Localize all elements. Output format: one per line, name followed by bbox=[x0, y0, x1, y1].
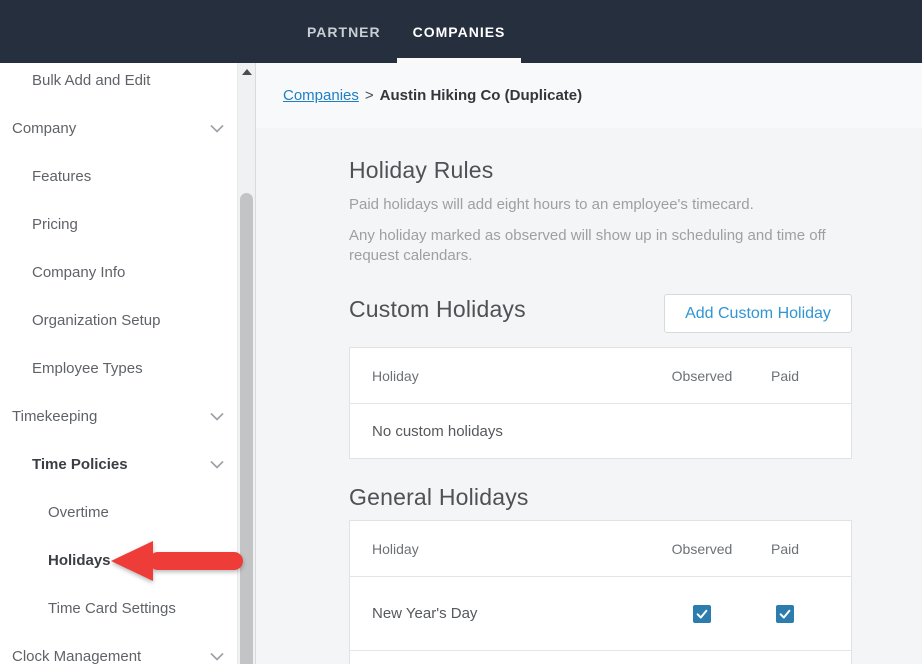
sidebar-item-label: Company bbox=[12, 120, 76, 137]
breadcrumb-separator: > bbox=[365, 87, 374, 104]
sidebar-item-clock-management[interactable]: Clock Management bbox=[0, 632, 237, 664]
chevron-down-icon bbox=[210, 412, 224, 421]
table-header-row: Holiday Observed Paid bbox=[350, 348, 851, 404]
add-custom-holiday-button[interactable]: Add Custom Holiday bbox=[664, 294, 852, 333]
empty-state-text: No custom holidays bbox=[350, 423, 824, 440]
breadcrumb-companies-link[interactable]: Companies bbox=[283, 87, 359, 104]
sidebar-item-label: Holidays bbox=[48, 552, 111, 569]
sidebar-item-company[interactable]: Company bbox=[0, 104, 237, 152]
chevron-down-icon bbox=[210, 652, 224, 661]
chevron-down-icon bbox=[210, 124, 224, 133]
top-tabs: PARTNER COMPANIES bbox=[291, 0, 922, 63]
custom-holidays-header: Custom Holidays Add Custom Holiday bbox=[349, 294, 852, 333]
holiday-rules-description-1: Paid holidays will add eight hours to an… bbox=[349, 195, 852, 216]
sidebar-item-holidays[interactable]: Holidays bbox=[0, 536, 237, 584]
sidebar-navigation: Bulk Add and Edit Company Features Prici… bbox=[0, 63, 237, 664]
sidebar-item-label: Clock Management bbox=[12, 648, 141, 664]
up-arrow-icon bbox=[242, 69, 252, 75]
tab-partner[interactable]: PARTNER bbox=[291, 0, 397, 63]
page-title: Holiday Rules bbox=[349, 157, 852, 184]
sidebar-item-features[interactable]: Features bbox=[0, 152, 237, 200]
custom-holidays-title: Custom Holidays bbox=[349, 296, 526, 323]
holiday-settings-panel: Holiday Rules Paid holidays will add eig… bbox=[349, 157, 852, 664]
scrollbar-thumb[interactable] bbox=[240, 193, 253, 664]
sidebar-item-company-info[interactable]: Company Info bbox=[0, 248, 237, 296]
table-header-row: Holiday Observed Paid bbox=[350, 521, 851, 577]
tab-companies[interactable]: COMPANIES bbox=[397, 0, 522, 63]
column-header-observed: Observed bbox=[658, 541, 746, 557]
sidebar-item-label: Company Info bbox=[32, 264, 125, 281]
custom-holidays-table: Holiday Observed Paid No custom holidays bbox=[349, 347, 852, 459]
column-header-holiday: Holiday bbox=[350, 368, 658, 384]
sidebar-item-label: Timekeeping bbox=[12, 408, 97, 425]
column-header-observed: Observed bbox=[658, 368, 746, 384]
top-navigation-bar: PARTNER COMPANIES bbox=[0, 0, 922, 63]
paid-checkbox[interactable] bbox=[776, 605, 794, 623]
sidebar-item-pricing[interactable]: Pricing bbox=[0, 200, 237, 248]
tab-companies-label: COMPANIES bbox=[413, 24, 506, 40]
breadcrumb-current-page: Austin Hiking Co (Duplicate) bbox=[380, 87, 583, 104]
checkmark-icon bbox=[695, 607, 709, 621]
holiday-rules-description-2: Any holiday marked as observed will show… bbox=[349, 226, 852, 267]
sidebar-item-label: Pricing bbox=[32, 216, 78, 233]
breadcrumb: Companies > Austin Hiking Co (Duplicate) bbox=[256, 63, 922, 128]
chevron-down-icon bbox=[210, 460, 224, 469]
checkmark-icon bbox=[778, 607, 792, 621]
sidebar-item-overtime[interactable]: Overtime bbox=[0, 488, 237, 536]
holiday-name: New Year's Day bbox=[350, 605, 658, 622]
sidebar-item-employee-types[interactable]: Employee Types bbox=[0, 344, 237, 392]
sidebar-item-label: Overtime bbox=[48, 504, 109, 521]
sidebar-item-label: Organization Setup bbox=[32, 312, 160, 329]
observed-checkbox[interactable] bbox=[693, 605, 711, 623]
sidebar-item-timekeeping[interactable]: Timekeeping bbox=[0, 392, 237, 440]
general-holidays-table: Holiday Observed Paid New Year's Day bbox=[349, 520, 852, 664]
sidebar-item-label: Time Policies bbox=[32, 456, 128, 473]
table-row-new-years-day: New Year's Day bbox=[350, 577, 851, 651]
sidebar-list: Bulk Add and Edit Company Features Prici… bbox=[0, 63, 237, 664]
column-header-paid: Paid bbox=[746, 368, 824, 384]
sidebar-item-label: Time Card Settings bbox=[48, 600, 176, 617]
sidebar-item-time-policies[interactable]: Time Policies bbox=[0, 440, 237, 488]
main-content: Companies > Austin Hiking Co (Duplicate)… bbox=[256, 63, 922, 664]
sidebar-item-label: Employee Types bbox=[32, 360, 143, 377]
general-holidays-title: General Holidays bbox=[349, 484, 852, 511]
sidebar-item-label: Features bbox=[32, 168, 91, 185]
tab-partner-label: PARTNER bbox=[307, 24, 381, 40]
column-header-holiday: Holiday bbox=[350, 541, 658, 557]
sidebar-item-bulk-add-and-edit[interactable]: Bulk Add and Edit bbox=[0, 63, 237, 104]
scroll-up-button[interactable] bbox=[238, 63, 255, 80]
table-row-partial bbox=[350, 651, 851, 664]
sidebar-item-time-card-settings[interactable]: Time Card Settings bbox=[0, 584, 237, 632]
sidebar-item-organization-setup[interactable]: Organization Setup bbox=[0, 296, 237, 344]
sidebar-item-label: Bulk Add and Edit bbox=[32, 72, 150, 89]
table-row-empty: No custom holidays bbox=[350, 404, 851, 458]
column-header-paid: Paid bbox=[746, 541, 824, 557]
sidebar-scrollbar[interactable] bbox=[237, 63, 256, 664]
